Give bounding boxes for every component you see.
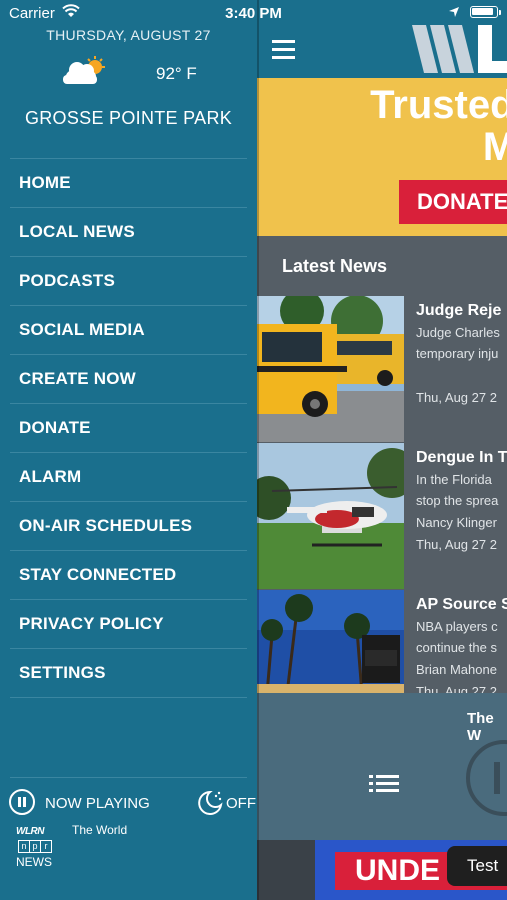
player-divider — [10, 777, 247, 778]
article-date: Thu, Aug 27 2 — [416, 390, 497, 405]
article-thumbnail — [257, 296, 404, 442]
donation-banner[interactable]: Trusted J Matt DONATE — [257, 78, 507, 236]
menu-item-alarm[interactable]: ALARM — [10, 453, 247, 502]
now-playing-program: The World — [72, 823, 128, 837]
wlrn-logo — [412, 25, 507, 73]
menu-item-privacy-policy[interactable]: PRIVACY POLICY — [10, 600, 247, 649]
drawer-shadow — [257, 0, 259, 900]
article-author: Nancy Klinger — [416, 515, 497, 530]
location-arrow-icon — [449, 7, 459, 17]
status-bar: Carrier 3:40 PM — [0, 0, 507, 26]
main-content: Trusted J Matt DONATE Latest News — [257, 0, 507, 900]
sleep-timer-icon[interactable] — [196, 789, 224, 817]
article-thumbnail — [257, 443, 404, 589]
drawer-menu: HOME LOCAL NEWS PODCASTS SOCIAL MEDIA CR… — [10, 158, 247, 698]
station-logo: WLRN npr NEWS — [16, 826, 56, 869]
current-date: THURSDAY, AUGUST 27 — [46, 27, 211, 43]
menu-item-stay-connected[interactable]: STAY CONNECTED — [10, 551, 247, 600]
article-author: Brian Mahone — [416, 662, 497, 677]
menu-item-social-media[interactable]: SOCIAL MEDIA — [10, 306, 247, 355]
article-summary-line: NBA players c — [416, 619, 498, 634]
location-city: GROSSE POINTE PARK — [24, 108, 233, 128]
menu-item-create-now[interactable]: CREATE NOW — [10, 355, 247, 404]
menu-item-podcasts[interactable]: PODCASTS — [10, 257, 247, 306]
article-title: AP Source S — [416, 596, 507, 613]
playlist-icon[interactable] — [369, 773, 399, 795]
mini-player[interactable]: The W — [257, 693, 507, 840]
menu-item-home[interactable]: HOME — [10, 159, 247, 208]
battery-icon — [470, 6, 498, 18]
menu-item-on-air-schedules[interactable]: ON-AIR SCHEDULES — [10, 502, 247, 551]
pause-icon[interactable] — [9, 789, 35, 815]
now-playing-label: NOW PLAYING — [45, 795, 150, 812]
article-title: Dengue In T — [416, 449, 507, 466]
npr-logo: npr — [18, 840, 56, 853]
partly-cloudy-icon — [63, 56, 105, 84]
section-title: Latest News — [282, 256, 388, 276]
station-news-label: NEWS — [16, 855, 52, 869]
battery-tip — [499, 10, 501, 15]
article-summary-line: stop the sprea — [416, 493, 499, 508]
station-name: WLRN — [16, 826, 45, 837]
test-tooltip[interactable]: Test — [447, 846, 507, 886]
article-summary-line: Judge Charles — [416, 325, 500, 340]
menu-item-settings[interactable]: SETTINGS — [10, 649, 247, 698]
article-summary-line: continue the s — [416, 640, 497, 655]
article-date: Thu, Aug 27 2 — [416, 537, 497, 552]
article-summary-line: temporary inju — [416, 346, 499, 361]
banner-headline: Trusted J Matt — [370, 83, 507, 169]
article-summary-line: In the Florida — [416, 472, 492, 487]
play-pause-large-icon[interactable] — [462, 738, 507, 818]
navigation-drawer: THURSDAY, AUGUST 27 92° F GROSSE POINTE … — [0, 0, 257, 900]
menu-item-local-news[interactable]: LOCAL NEWS — [10, 208, 247, 257]
article-card[interactable]: Dengue In T In the Florida stop the spre… — [257, 443, 507, 589]
temperature: 92° F — [156, 64, 197, 83]
sleep-timer-label[interactable]: OFF — [226, 795, 256, 812]
menu-item-donate[interactable]: DONATE — [10, 404, 247, 453]
article-title: Judge Reje — [416, 302, 502, 319]
banner-donate-button[interactable]: DONATE — [399, 180, 507, 224]
clock: 3:40 PM — [225, 5, 282, 22]
hamburger-menu-icon[interactable] — [272, 40, 295, 64]
article-card[interactable]: Judge Reje Judge Charles temporary inju … — [257, 296, 507, 442]
